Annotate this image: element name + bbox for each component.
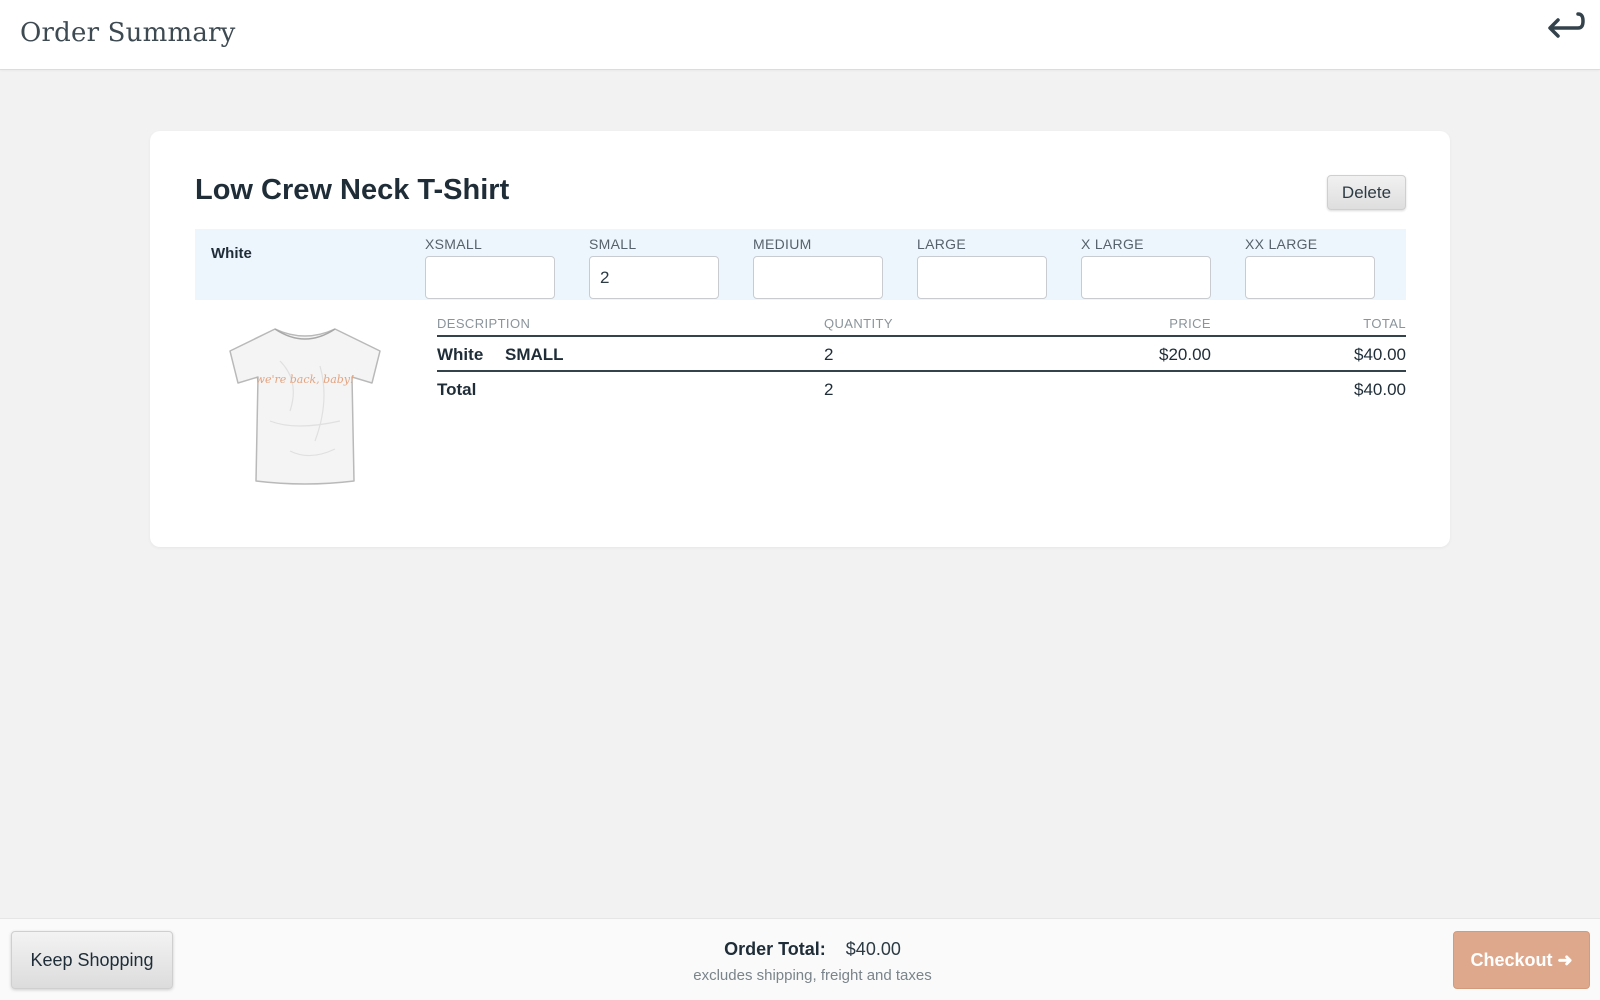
table-summary-row: Total 2 $40.00 — [437, 372, 1406, 407]
shirt-print-text: we're back, baby! — [256, 373, 355, 386]
row-quantity: 2 — [824, 345, 834, 364]
product-thumbnail: we're back, baby! — [220, 321, 390, 491]
footer-bar: Keep Shopping Order Total: $40.00 exclude… — [0, 918, 1600, 1000]
size-xlarge: X LARGE — [1081, 236, 1213, 299]
row-total: $40.00 — [1354, 345, 1406, 364]
size-label: XSMALL — [425, 236, 483, 252]
size-label: X LARGE — [1081, 236, 1144, 252]
checkout-button[interactable]: Checkout ➜ — [1453, 931, 1590, 989]
page-title: Order Summary — [20, 18, 236, 48]
order-total: Order Total: $40.00 — [0, 939, 1600, 960]
size-small-input[interactable] — [589, 256, 719, 299]
summary-label: Total — [437, 380, 477, 399]
size-label: XX LARGE — [1245, 236, 1318, 252]
row-size: SMALL — [505, 345, 564, 364]
summary-quantity: 2 — [824, 380, 834, 399]
line-items-table: DESCRIPTION QUANTITY PRICE TOTAL White S… — [437, 314, 1406, 407]
header-price: PRICE — [1169, 316, 1211, 331]
table-row: White SMALL 2 $20.00 $40.00 — [437, 337, 1406, 372]
size-quantity-row: White XSMALL SMALL MEDIUM LARGE X LARGE … — [195, 229, 1406, 300]
size-label: SMALL — [589, 236, 637, 252]
excludes-note: excludes shipping, freight and taxes — [693, 967, 932, 984]
size-small: SMALL — [589, 236, 721, 299]
product-title: Low Crew Neck T-Shirt — [195, 174, 510, 206]
size-large: LARGE — [917, 236, 1049, 299]
row-color: White — [437, 345, 484, 364]
summary-total: $40.00 — [1354, 380, 1406, 399]
size-xsmall-input[interactable] — [425, 256, 555, 299]
size-xxlarge: XX LARGE — [1245, 236, 1377, 299]
table-header: DESCRIPTION QUANTITY PRICE TOTAL — [437, 314, 1406, 337]
header-description: DESCRIPTION — [437, 316, 531, 331]
delete-button[interactable]: Delete — [1327, 175, 1406, 210]
size-large-input[interactable] — [917, 256, 1047, 299]
size-label: LARGE — [917, 236, 966, 252]
order-item-card: Low Crew Neck T-Shirt Delete White XSMAL… — [150, 131, 1450, 547]
size-medium-input[interactable] — [753, 256, 883, 299]
order-total-label: Order Total: — [724, 939, 826, 959]
return-arrow-icon[interactable] — [1542, 8, 1586, 48]
size-medium: MEDIUM — [753, 236, 885, 299]
color-label: White — [211, 245, 252, 262]
header-quantity: QUANTITY — [824, 316, 893, 331]
top-header: Order Summary — [0, 0, 1600, 70]
header-total: TOTAL — [1363, 316, 1406, 331]
size-xxlarge-input[interactable] — [1245, 256, 1375, 299]
order-total-value: $40.00 — [845, 939, 901, 959]
size-xlarge-input[interactable] — [1081, 256, 1211, 299]
size-label: MEDIUM — [753, 236, 812, 252]
row-price: $20.00 — [1159, 345, 1211, 364]
size-xsmall: XSMALL — [425, 236, 557, 299]
